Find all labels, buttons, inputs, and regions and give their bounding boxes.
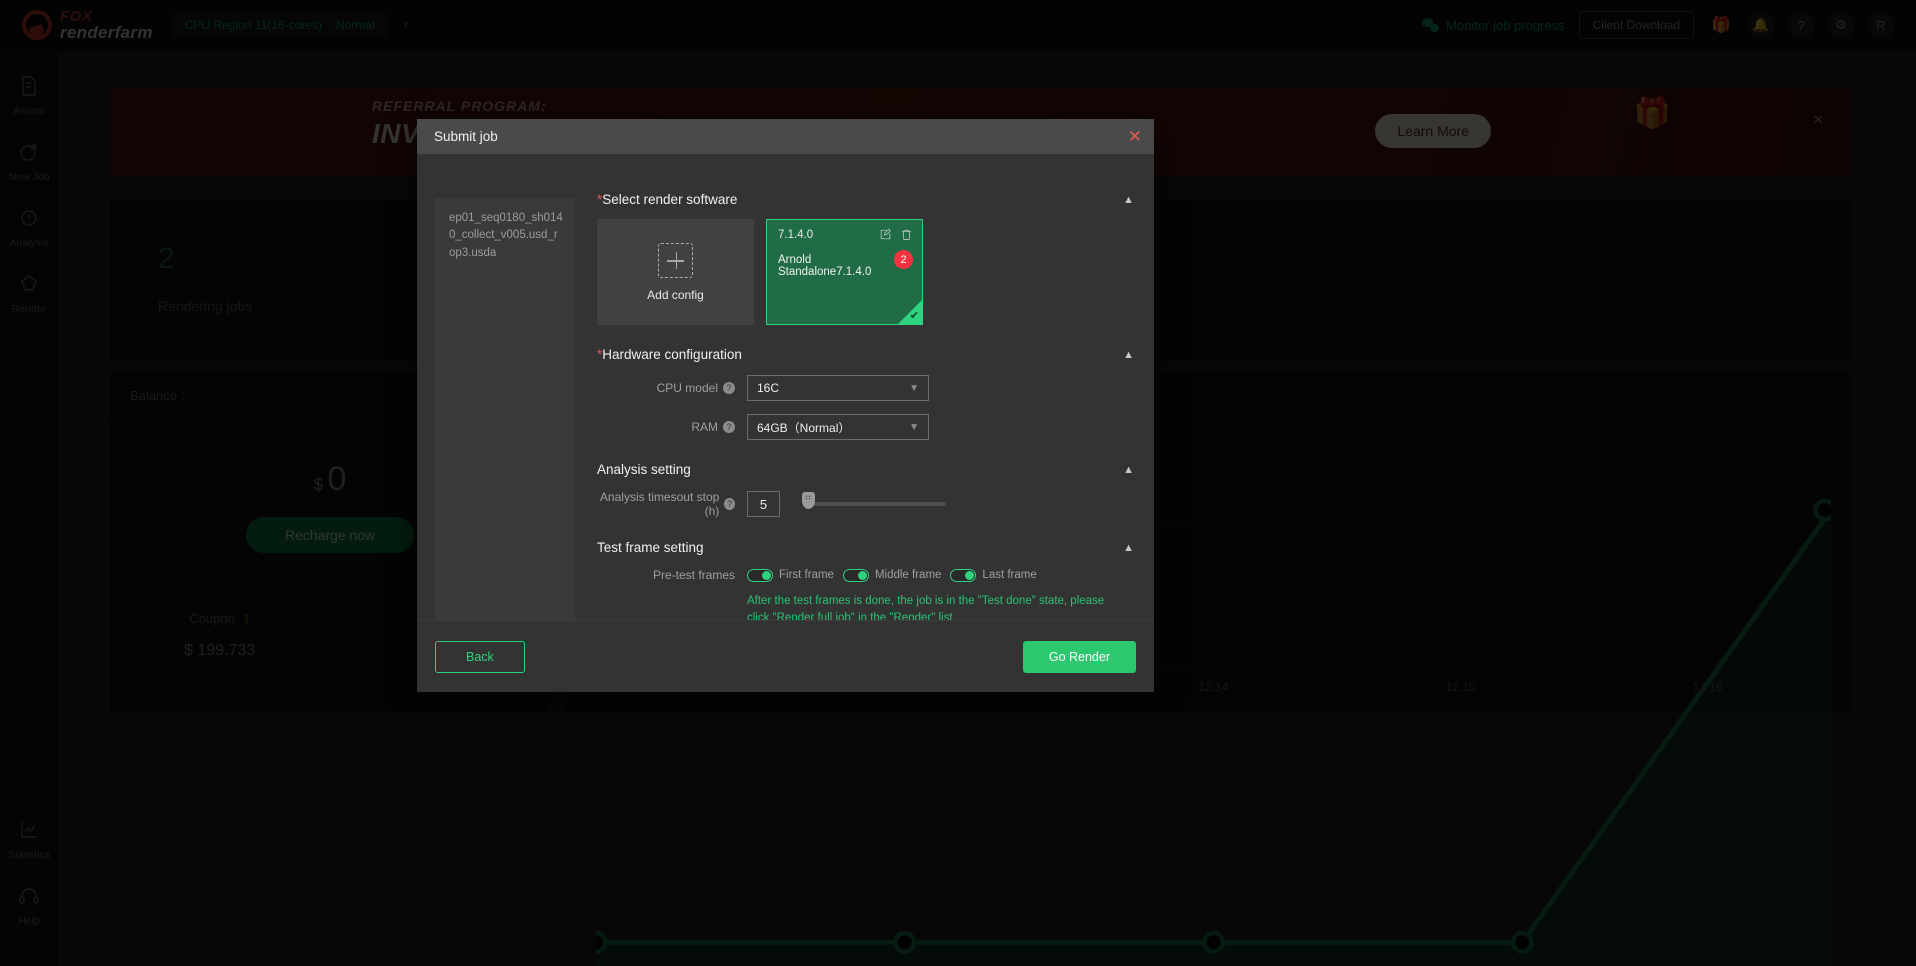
pretest-toggle-group: First frame Middle frame Last frame: [747, 568, 1037, 582]
section-title-hardware: *Hardware configuration: [597, 347, 742, 362]
analysis-timeout-label-text: Analysis timesout stop (h): [599, 490, 720, 518]
help-tooltip-icon[interactable]: ?: [724, 498, 735, 510]
ram-label-text: RAM: [691, 420, 718, 434]
file-list-pane: ep01_seq0180_sh0140_collect_v005.usd_rop…: [417, 154, 587, 620]
toggle-first-frame[interactable]: First frame: [747, 568, 834, 582]
ram-value: 64GB（Normal）: [757, 420, 851, 435]
section-header-test-frame: Test frame setting ▲: [597, 540, 1134, 555]
trash-icon[interactable]: [900, 228, 913, 246]
cpu-model-label-text: CPU model: [656, 381, 718, 395]
app-root: FOX renderfarm CPU Region 11(16-cores) N…: [0, 0, 1916, 966]
cpu-model-label: CPU model ?: [597, 381, 747, 395]
section-title-test-frame: Test frame setting: [597, 540, 704, 555]
back-button[interactable]: Back: [435, 640, 525, 673]
config-card-row: Add config 7.1.4.0 Arnold Standalone7.1.…: [597, 219, 1134, 325]
field-ram: RAM ? 64GB（Normal） ▼: [597, 414, 1134, 440]
toggle-label: First frame: [779, 569, 834, 581]
dialog-title: Submit job: [434, 129, 498, 144]
field-cpu-model: CPU model ? 16C ▼: [597, 375, 1134, 401]
section-header-hardware: *Hardware configuration ▲: [597, 347, 1134, 362]
add-config-button[interactable]: Add config: [597, 219, 754, 325]
toggle-switch[interactable]: [842, 568, 869, 582]
ram-label: RAM ?: [597, 420, 747, 434]
chevron-up-icon[interactable]: ▲: [1123, 464, 1134, 476]
section-header-software: *Select render software ▲: [597, 192, 1134, 207]
settings-pane: *Select render software ▲ Add config 7.1…: [587, 154, 1154, 620]
add-config-label: Add config: [647, 287, 704, 302]
toggle-switch[interactable]: [950, 568, 977, 582]
config-card-arnold[interactable]: 7.1.4.0 Arnold Standalone7.1.4.0 2 ✔: [766, 219, 923, 325]
help-tooltip-icon[interactable]: ?: [723, 382, 735, 394]
analysis-timeout-slider[interactable]: [802, 492, 946, 509]
chevron-down-icon: ▼: [909, 421, 919, 433]
dialog-header: Submit job ✕: [417, 119, 1154, 154]
chevron-up-icon[interactable]: ▲: [1123, 194, 1134, 206]
go-render-button[interactable]: Go Render: [1022, 640, 1136, 673]
cpu-model-select[interactable]: 16C ▼: [747, 375, 929, 401]
ram-select[interactable]: 64GB（Normal） ▼: [747, 414, 929, 440]
analysis-timeout-input[interactable]: 5: [747, 491, 780, 517]
scene-file-name[interactable]: ep01_seq0180_sh0140_collect_v005.usd_rop…: [435, 198, 575, 620]
dialog-footer: Back Go Render: [417, 620, 1154, 692]
close-icon[interactable]: ✕: [1128, 128, 1142, 145]
section-test-frame: Test frame setting ▲ Pre-test frames Fir…: [597, 540, 1134, 620]
section-analysis: Analysis setting ▲ Analysis timesout sto…: [597, 462, 1134, 518]
section-title-text: Select render software: [602, 192, 738, 207]
chevron-down-icon: ▼: [909, 382, 919, 394]
test-frame-note: After the test frames is done, the job i…: [747, 595, 1105, 620]
pretest-frames-label: Pre-test frames: [652, 568, 735, 582]
help-tooltip-icon[interactable]: ?: [723, 421, 735, 433]
chevron-up-icon[interactable]: ▲: [1123, 349, 1134, 361]
section-title-software: *Select render software: [597, 192, 737, 207]
step-badge-2: 2: [894, 250, 913, 269]
config-software-name: Arnold Standalone7.1.4.0: [778, 254, 872, 278]
section-hardware: *Hardware configuration ▲ CPU model ? 16…: [597, 347, 1134, 440]
field-pretest-frames: Pre-test frames First frame Middle frame: [597, 568, 1134, 582]
toggle-last-frame[interactable]: Last frame: [950, 568, 1037, 582]
chevron-up-icon[interactable]: ▲: [1123, 542, 1134, 554]
section-title-analysis: Analysis setting: [597, 462, 691, 477]
field-analysis-timeout: Analysis timesout stop (h) ? 5: [597, 490, 1134, 518]
section-header-analysis: Analysis setting ▲: [597, 462, 1134, 477]
toggle-middle-frame[interactable]: Middle frame: [842, 568, 942, 582]
slider-handle[interactable]: [802, 492, 815, 509]
toggle-label: Middle frame: [874, 569, 942, 581]
analysis-timeout-label: Analysis timesout stop (h) ?: [597, 490, 747, 518]
section-title-text: Hardware configuration: [602, 347, 742, 362]
config-card-tools: [879, 228, 913, 246]
dialog-body: ep01_seq0180_sh0140_collect_v005.usd_rop…: [417, 154, 1154, 620]
toggle-label: Last frame: [982, 569, 1037, 581]
cpu-model-value: 16C: [757, 381, 780, 395]
plus-icon: [658, 242, 693, 278]
check-icon: ✔: [909, 310, 919, 322]
submit-job-dialog: Submit job ✕ ep01_seq0180_sh0140_collect…: [417, 119, 1154, 692]
toggle-switch[interactable]: [747, 568, 773, 582]
edit-icon[interactable]: [879, 228, 892, 246]
